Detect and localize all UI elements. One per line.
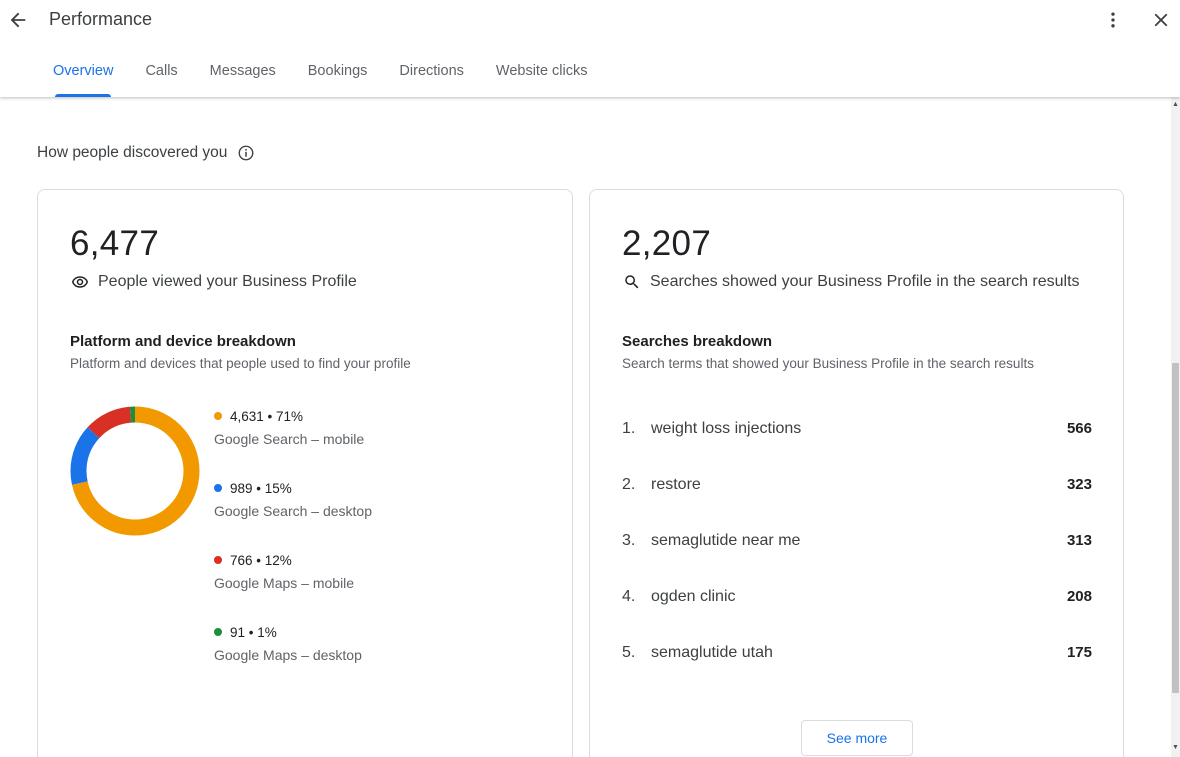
back-button[interactable]	[4, 6, 32, 34]
list-item: 4. ogden clinic 208	[622, 588, 1092, 644]
search-rank: 5.	[622, 644, 636, 661]
info-icon[interactable]	[237, 144, 255, 162]
tab-bar: Overview Calls Messages Bookings Directi…	[37, 52, 603, 97]
search-count: 323	[1066, 476, 1092, 493]
search-term: restore	[651, 476, 701, 493]
search-count: 566	[1066, 420, 1092, 437]
legend-dot	[214, 628, 222, 636]
legend-item-maps-desktop: 91 • 1% Google Maps – desktop	[214, 623, 372, 695]
searches-breakdown-description: Search terms that showed your Business P…	[622, 356, 1034, 371]
list-item: 3. semaglutide near me 313	[622, 532, 1092, 588]
searches-total: 2,207	[622, 224, 712, 263]
performance-header: Performance Overview Calls Messages Book…	[0, 0, 1180, 97]
searches-card: 2,207 Searches showed your Business Prof…	[589, 189, 1124, 757]
search-rank: 1.	[622, 420, 636, 437]
legend-value: 766 • 12%	[230, 552, 292, 568]
platform-breakdown-description: Platform and devices that people used to…	[70, 356, 411, 371]
legend-value: 91 • 1%	[230, 624, 277, 640]
search-rank: 3.	[622, 532, 636, 549]
searches-breakdown-title: Searches breakdown	[622, 333, 773, 350]
search-term: semaglutide near me	[651, 532, 801, 549]
close-icon	[1154, 13, 1168, 27]
search-icon	[622, 272, 642, 292]
search-count: 208	[1066, 588, 1092, 605]
close-button[interactable]	[1148, 6, 1174, 34]
legend-label: Google Search – mobile	[214, 431, 365, 447]
legend-item-maps-mobile: 766 • 12% Google Maps – mobile	[214, 551, 372, 623]
legend-value: 4,631 • 71%	[230, 408, 304, 424]
legend-label: Google Maps – desktop	[214, 647, 362, 663]
search-term: semaglutide utah	[651, 644, 773, 661]
search-rank: 4.	[622, 588, 636, 605]
list-item: 2. restore 323	[622, 476, 1092, 532]
scroll-down-arrow-icon[interactable]: ▼	[1171, 744, 1180, 752]
list-item: 5. semaglutide utah 175	[622, 644, 1092, 700]
section-heading: How people discovered you	[37, 144, 255, 162]
legend-value: 989 • 15%	[230, 480, 292, 496]
legend-dot	[214, 484, 222, 492]
platform-donut-chart	[70, 406, 200, 536]
legend-item-search-mobile: 4,631 • 71% Google Search – mobile	[214, 407, 372, 479]
views-total-label: People viewed your Business Profile	[98, 273, 357, 290]
views-total: 6,477	[70, 224, 160, 263]
platform-legend: 4,631 • 71% Google Search – mobile 989 •…	[214, 407, 372, 695]
more-vert-icon	[1111, 12, 1115, 28]
search-term: weight loss injections	[651, 420, 802, 437]
arrow-back-icon	[10, 12, 26, 28]
more-options-button[interactable]	[1101, 6, 1125, 34]
vertical-scrollbar[interactable]: ▲ ▼	[1171, 97, 1180, 757]
see-more-button[interactable]: See more	[801, 720, 913, 756]
search-count: 175	[1066, 644, 1092, 661]
search-rank: 2.	[622, 476, 636, 493]
legend-label: Google Search – desktop	[214, 503, 372, 519]
profile-views-card: 6,477 People viewed your Business Profil…	[37, 189, 573, 757]
scroll-up-arrow-icon[interactable]: ▲	[1171, 101, 1180, 109]
search-terms-list: 1. weight loss injections 566 2. restore…	[622, 420, 1092, 700]
tab-directions[interactable]: Directions	[383, 52, 479, 97]
tab-calls[interactable]: Calls	[129, 52, 193, 97]
tab-overview[interactable]: Overview	[37, 52, 129, 97]
scrollbar-thumb[interactable]	[1172, 363, 1179, 693]
legend-dot	[214, 556, 222, 564]
search-count: 313	[1066, 532, 1092, 549]
legend-item-search-desktop: 989 • 15% Google Search – desktop	[214, 479, 372, 551]
tab-bookings[interactable]: Bookings	[292, 52, 384, 97]
eye-icon	[70, 272, 90, 292]
page-title: Performance	[49, 9, 153, 29]
section-title-text: How people discovered you	[37, 144, 228, 161]
views-metric-line: People viewed your Business Profile	[70, 272, 357, 292]
legend-label: Google Maps – mobile	[214, 575, 355, 591]
tab-messages[interactable]: Messages	[194, 52, 292, 97]
legend-dot	[214, 412, 222, 420]
list-item: 1. weight loss injections 566	[622, 420, 1092, 476]
searches-total-label: Searches showed your Business Profile in…	[650, 273, 1080, 290]
tab-website-clicks[interactable]: Website clicks	[480, 52, 604, 97]
platform-breakdown-title: Platform and device breakdown	[70, 333, 296, 350]
search-term: ogden clinic	[651, 588, 736, 605]
searches-metric-line: Searches showed your Business Profile in…	[622, 272, 1080, 292]
